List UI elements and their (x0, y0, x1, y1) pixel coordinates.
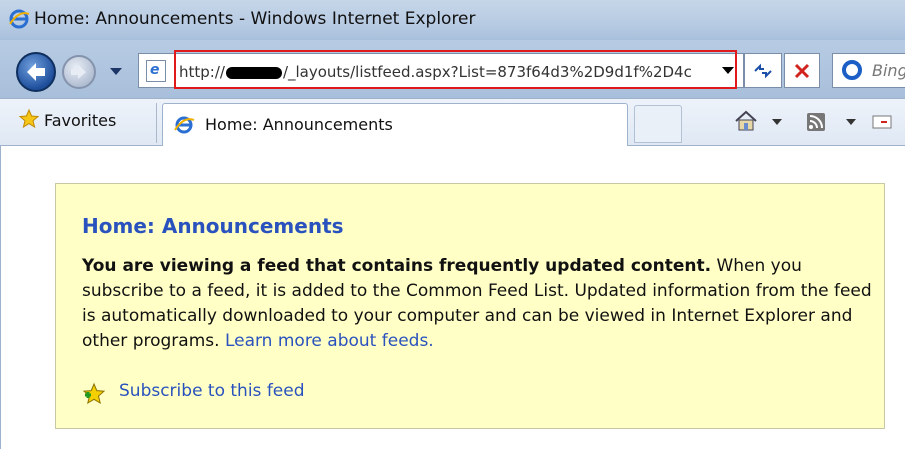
refresh-icon (754, 63, 772, 78)
address-highlight (174, 50, 737, 89)
feed-icon[interactable] (806, 112, 826, 132)
ie-logo-icon (174, 116, 195, 134)
arrow-left-icon (27, 63, 45, 81)
new-tab-button[interactable] (634, 105, 682, 143)
stop-button[interactable] (784, 53, 820, 88)
subscribe-star-icon[interactable] (82, 382, 106, 406)
feed-description: You are viewing a feed that contains fre… (82, 254, 872, 354)
window-title: Home: Announcements - Windows Internet E… (34, 9, 476, 29)
feed-title: Home: Announcements (82, 214, 344, 238)
tab-label: Home: Announcements (205, 115, 393, 134)
page-icon: e (146, 60, 166, 82)
mail-icon[interactable] (872, 114, 892, 130)
divider (156, 103, 157, 143)
home-icon[interactable] (734, 110, 758, 132)
ie-logo-icon (9, 9, 30, 29)
home-dropdown[interactable] (772, 119, 782, 125)
recent-pages-dropdown[interactable] (110, 68, 122, 75)
feed-dropdown[interactable] (846, 119, 856, 125)
star-icon (18, 108, 40, 129)
favorites-button[interactable]: Favorites (18, 108, 116, 130)
arrow-right-icon (71, 65, 86, 79)
favorites-label: Favorites (44, 111, 117, 130)
search-placeholder: Bing (872, 61, 905, 80)
refresh-button[interactable] (744, 53, 782, 88)
address-dropdown[interactable] (722, 67, 734, 74)
bing-icon (842, 60, 862, 80)
title-bar: Home: Announcements - Windows Internet E… (0, 0, 905, 40)
forward-button[interactable] (62, 55, 96, 89)
learn-more-link[interactable]: Learn more about feeds. (225, 331, 434, 351)
subscribe-link[interactable]: Subscribe to this feed (119, 381, 305, 401)
back-button[interactable] (16, 52, 56, 92)
feed-intro-bold: You are viewing a feed that contains fre… (82, 256, 712, 276)
close-icon (794, 63, 810, 78)
